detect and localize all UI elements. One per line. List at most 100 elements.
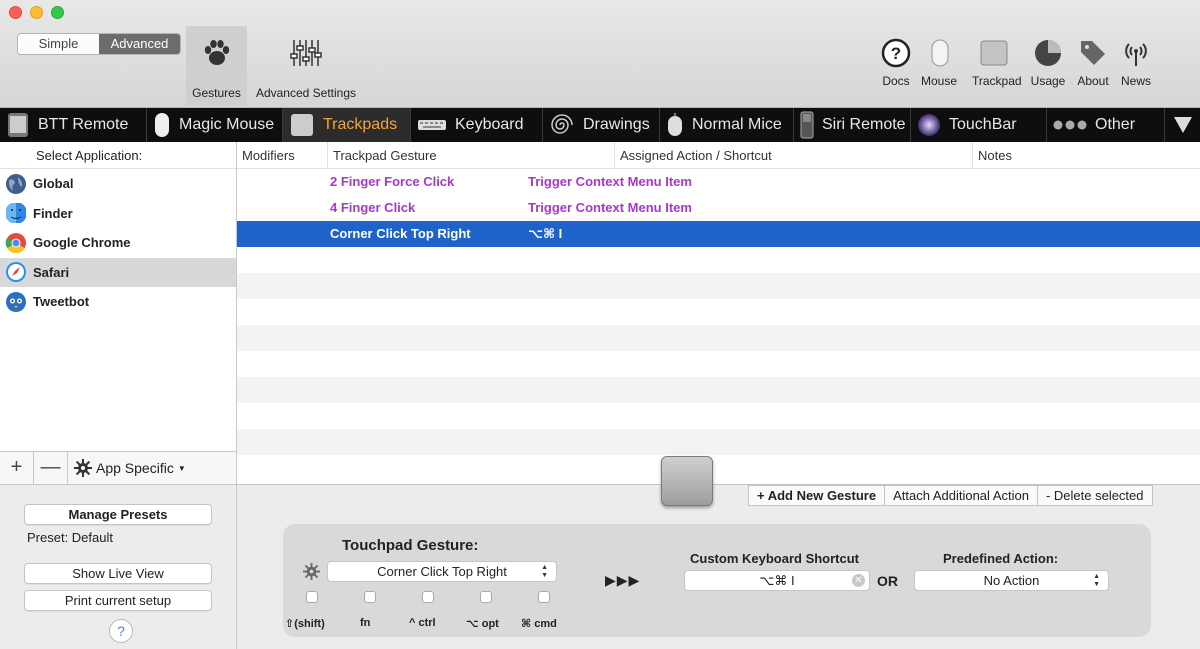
arrow-triple-icon: ▶▶▶ <box>605 572 641 588</box>
tab-magic-mouse[interactable]: Magic Mouse <box>147 108 283 142</box>
application-list-panel: Select Application: Global Finder Google… <box>0 142 237 484</box>
gesture-config-area: Manage Presets Preset: Default Show Live… <box>0 456 1200 649</box>
delete-selected-button[interactable]: - Delete selected <box>1038 486 1152 505</box>
table-row[interactable]: 2 Finger Force Click Trigger Context Men… <box>237 169 1200 195</box>
tab-label: Magic Mouse <box>179 116 275 133</box>
ctrl-checkbox[interactable] <box>422 591 434 603</box>
tab-other[interactable]: Other <box>1047 108 1165 142</box>
gesture-table-header: Modifiers Trackpad Gesture Assigned Acti… <box>237 142 1200 169</box>
opt-label: ⌥ opt <box>466 618 499 630</box>
manage-presets-button[interactable]: Manage Presets <box>24 504 212 525</box>
gestures-toolbar-button[interactable]: Gestures <box>186 26 247 106</box>
gesture-table: Modifiers Trackpad Gesture Assigned Acti… <box>237 142 1200 484</box>
predefined-action-label: Predefined Action: <box>943 551 1059 566</box>
mouse-toolbar-button[interactable]: Mouse <box>917 38 961 88</box>
gestures-label: Gestures <box>192 86 241 100</box>
updown-chevron-icon: ▲ ▼ <box>1093 573 1100 588</box>
cell-action: Trigger Context Menu Item <box>528 174 692 189</box>
app-item-finder[interactable]: Finder <box>0 199 236 229</box>
spiral-icon <box>551 114 573 134</box>
tab-touchbar[interactable]: TouchBar <box>911 108 1047 142</box>
empty-row <box>237 351 1200 377</box>
docs-label: Docs <box>882 74 910 88</box>
shift-checkbox[interactable] <box>306 591 318 603</box>
mouse-icon <box>668 113 682 136</box>
trackpad-toolbar-button[interactable]: Trackpad <box>972 38 1022 88</box>
app-item-tweetbot[interactable]: Tweetbot <box>0 287 236 317</box>
cell-action: Trigger Context Menu Item <box>528 200 692 215</box>
column-header-action[interactable]: Assigned Action / Shortcut <box>615 142 973 168</box>
empty-row <box>237 403 1200 429</box>
news-toolbar-button[interactable]: News <box>1114 38 1158 88</box>
add-new-gesture-button[interactable]: + Add New Gesture <box>749 486 886 505</box>
column-header-modifiers[interactable]: Modifiers <box>237 142 328 168</box>
tab-label: Other <box>1095 116 1136 133</box>
help-button[interactable]: ? <box>109 619 133 643</box>
tab-drawings[interactable]: Drawings <box>543 108 660 142</box>
about-label: About <box>1077 74 1109 88</box>
app-item-global[interactable]: Global <box>0 169 236 199</box>
sliders-icon <box>290 40 322 66</box>
or-label: OR <box>877 573 898 589</box>
clear-icon[interactable]: ✕ <box>852 574 865 587</box>
advanced-settings-toolbar-button[interactable]: Advanced Settings <box>252 26 360 106</box>
app-specific-label: App Specific <box>96 460 174 476</box>
tab-overflow-button[interactable] <box>1165 108 1200 142</box>
gesture-editor-panel: Touchpad Gesture: Corner Click Top Right… <box>283 524 1151 637</box>
column-header-gesture[interactable]: Trackpad Gesture <box>328 142 615 168</box>
tab-label: BTT Remote <box>38 116 129 133</box>
minimize-window-button[interactable] <box>30 6 43 19</box>
table-row[interactable]: 4 Finger Click Trigger Context Menu Item <box>237 195 1200 221</box>
about-toolbar-button[interactable]: About <box>1071 38 1115 88</box>
tab-keyboard[interactable]: Keyboard <box>411 108 543 142</box>
close-window-button[interactable] <box>9 6 22 19</box>
shortcut-input[interactable]: ⌥⌘ I ✕ <box>684 570 870 591</box>
presets-panel: Manage Presets Preset: Default Show Live… <box>0 485 237 649</box>
attach-additional-action-button[interactable]: Attach Additional Action <box>885 486 1038 505</box>
mode-simple-button[interactable]: Simple <box>18 34 99 54</box>
tab-label: Drawings <box>583 116 650 133</box>
mode-advanced-button[interactable]: Advanced <box>99 34 180 54</box>
docs-toolbar-button[interactable]: ? Docs <box>874 38 918 88</box>
cmd-label: ⌘ cmd <box>521 618 557 630</box>
shortcut-value: ⌥⌘ I <box>759 573 795 588</box>
gear-icon[interactable] <box>303 563 320 580</box>
tab-siri-remote[interactable]: Siri Remote <box>794 108 911 142</box>
tab-normal-mice[interactable]: Normal Mice <box>660 108 794 142</box>
globe-icon <box>6 173 26 194</box>
fn-label: fn <box>360 617 371 629</box>
magic-mouse-icon <box>155 113 169 137</box>
trackpad-icon <box>291 114 313 136</box>
column-header-notes[interactable]: Notes <box>973 142 1200 168</box>
app-item-label: Safari <box>33 264 70 280</box>
app-item-google-chrome[interactable]: Google Chrome <box>0 228 236 258</box>
usage-toolbar-button[interactable]: Usage <box>1026 38 1070 88</box>
device-tab-bar: BTT Remote Magic Mouse Trackpads Keyboar… <box>0 108 1200 142</box>
table-row-selected[interactable]: Corner Click Top Right ⌥⌘ I <box>237 221 1200 247</box>
paw-icon <box>204 40 229 65</box>
empty-row <box>237 273 1200 299</box>
empty-row <box>237 377 1200 403</box>
fn-checkbox[interactable] <box>364 591 376 603</box>
cmd-checkbox[interactable] <box>538 591 550 603</box>
tab-btt-remote[interactable]: BTT Remote <box>0 108 147 142</box>
show-live-view-button[interactable]: Show Live View <box>24 563 212 584</box>
zoom-window-button[interactable] <box>51 6 64 19</box>
finder-icon <box>6 203 26 224</box>
gesture-action-bar: + Add New Gesture Attach Additional Acti… <box>748 485 1153 506</box>
app-item-safari[interactable]: Safari <box>0 257 236 287</box>
add-app-button[interactable]: + <box>0 452 34 484</box>
app-specific-dropdown[interactable]: App Specific ▼ <box>68 452 186 484</box>
gesture-select[interactable]: Corner Click Top Right ▲ ▼ <box>327 561 557 582</box>
tab-trackpads[interactable]: Trackpads <box>283 108 411 142</box>
touchbar-icon <box>918 114 940 136</box>
app-item-label: Global <box>33 176 74 192</box>
predefined-action-select[interactable]: No Action ▲ ▼ <box>914 570 1109 591</box>
opt-checkbox[interactable] <box>480 591 492 603</box>
empty-row <box>237 455 1200 481</box>
question-icon: ? <box>881 38 911 68</box>
print-current-setup-button[interactable]: Print current setup <box>24 590 212 611</box>
custom-shortcut-label: Custom Keyboard Shortcut <box>690 551 860 566</box>
usage-label: Usage <box>1030 74 1066 88</box>
remove-app-button[interactable]: — <box>34 452 68 484</box>
